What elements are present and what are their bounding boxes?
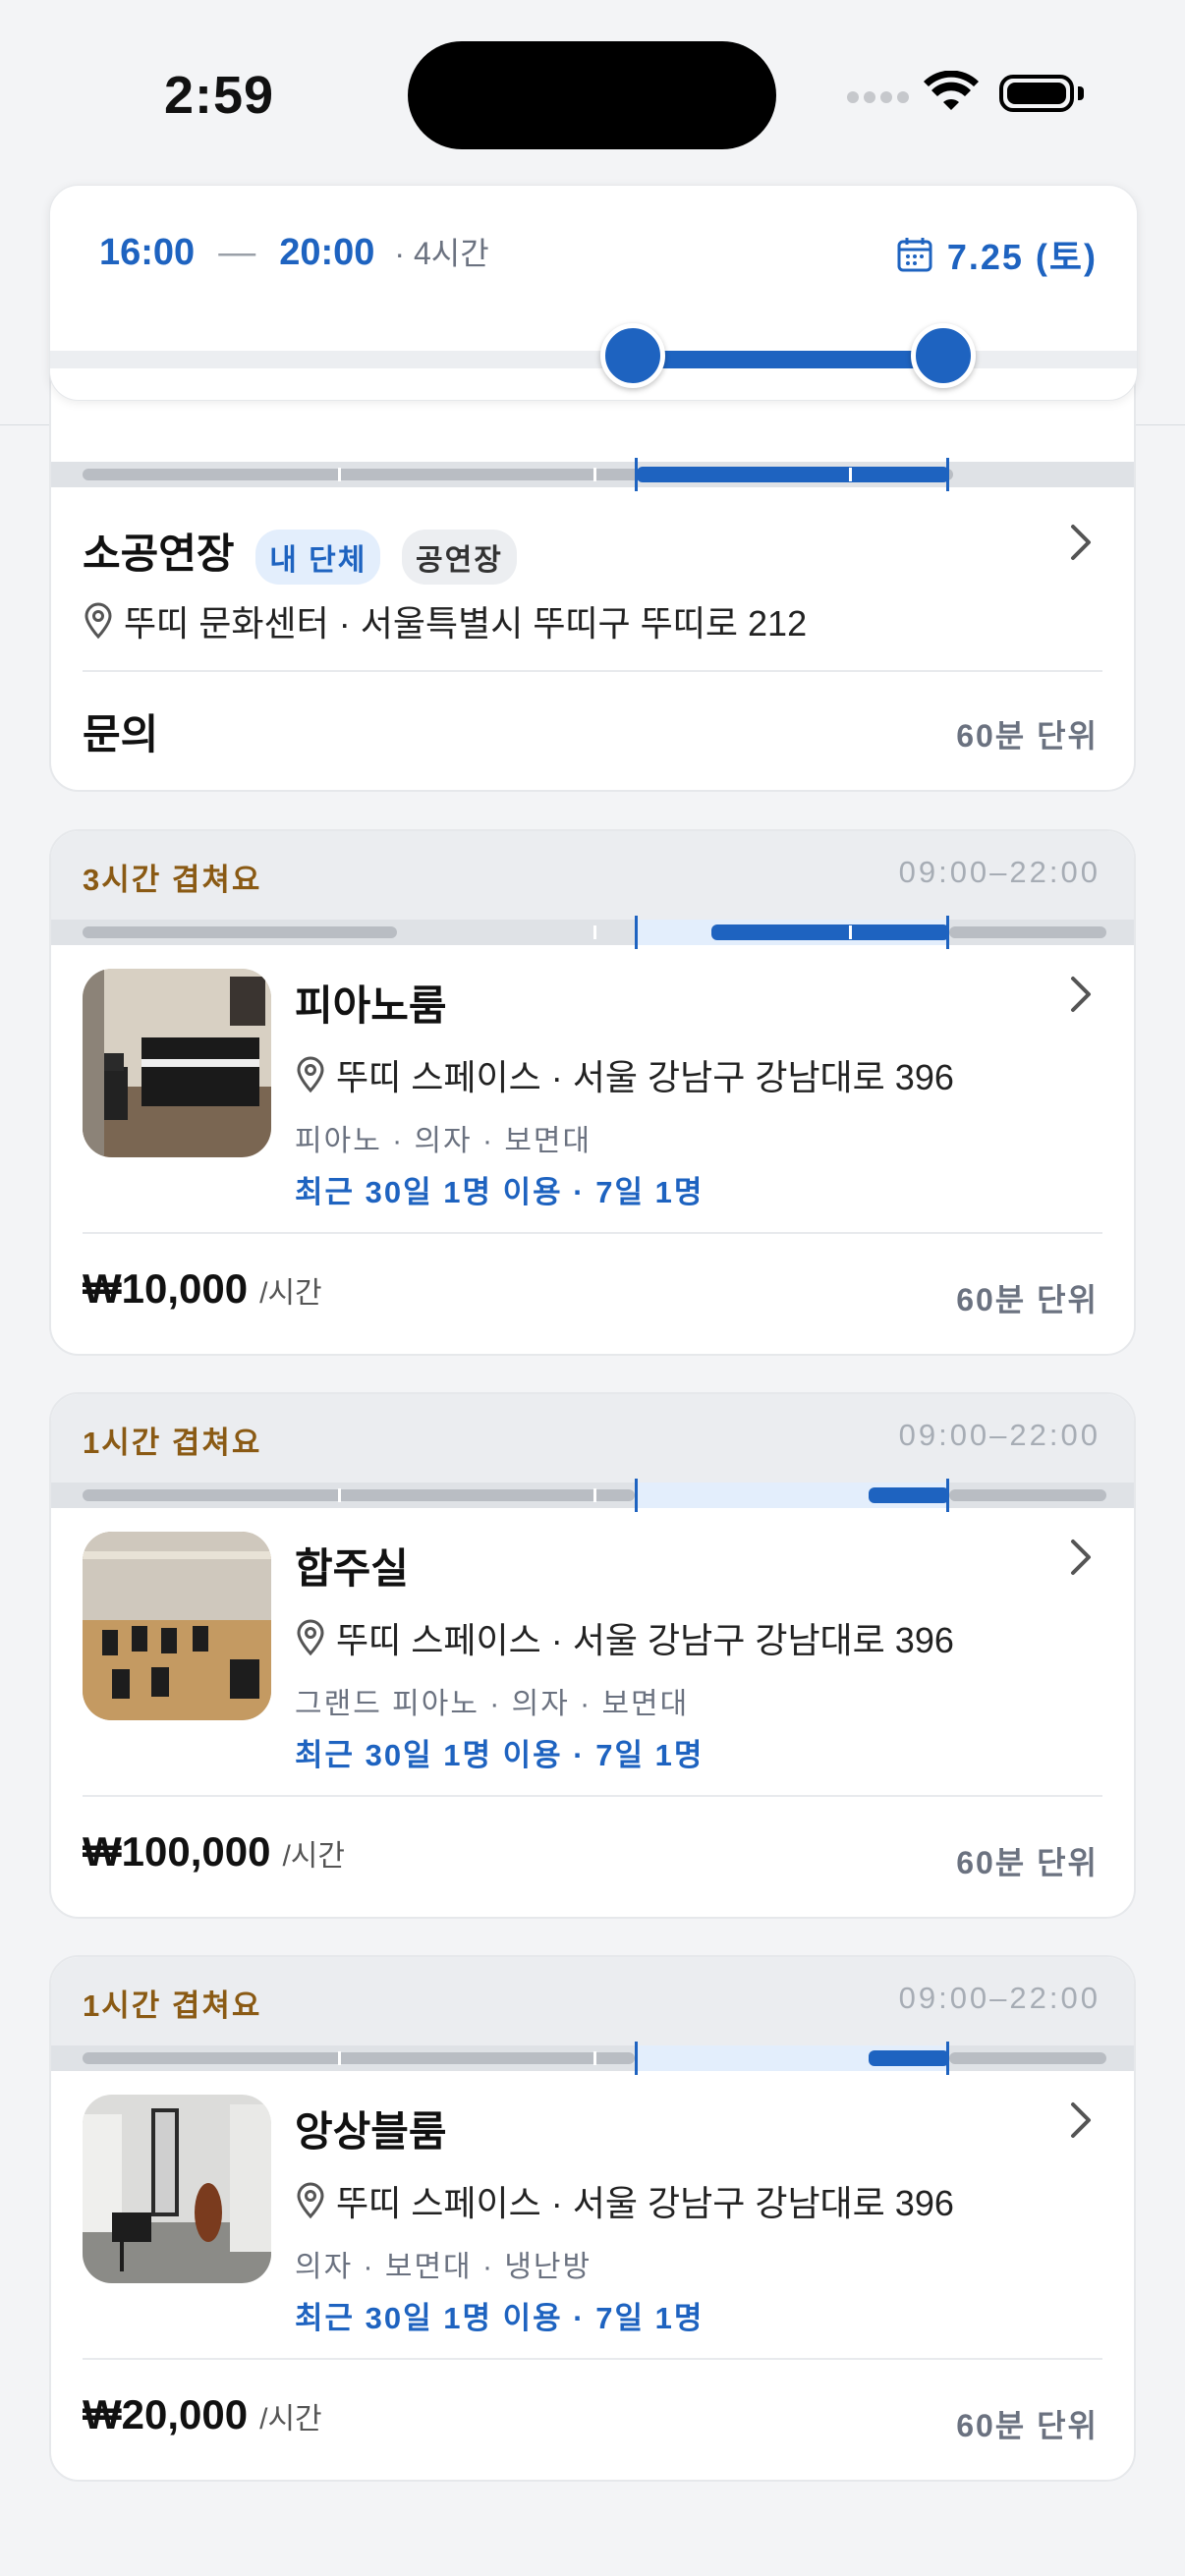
slider-start-handle[interactable] <box>600 323 665 388</box>
chevron-right-icon[interactable] <box>1067 975 1095 1014</box>
price-label: 문의 <box>83 701 158 761</box>
booking-unit: 60분 단위 <box>956 718 1099 754</box>
price-value: ₩10,000 <box>83 1265 249 1312</box>
space-address: 뚜띠 문화센터 · 서울특별시 뚜띠구 뚜띠로 212 <box>83 595 807 646</box>
piano-room-image <box>83 969 271 1157</box>
card-divider <box>83 670 1102 672</box>
price-value: ₩20,000 <box>83 2391 249 2437</box>
start-time: 16:00 <box>99 232 196 273</box>
availability-timeline <box>51 2042 1134 2075</box>
usage-stats: 최근 30일 1명 이용 · 7일 1명 <box>295 1175 705 1209</box>
booking-unit: 60분 단위 <box>956 2408 1099 2443</box>
cellular-signal-icon <box>847 90 914 108</box>
time-range[interactable]: 16:00 — 20:00 · 4시간 <box>99 229 489 274</box>
chevron-right-icon[interactable] <box>1067 523 1095 562</box>
overlap-label: 3시간 겹쳐요 <box>83 863 262 897</box>
operating-hours: 09:00–22:00 <box>898 1981 1100 2015</box>
usage-stats: 최근 30일 1명 이용 · 7일 1명 <box>295 2301 705 2335</box>
price-label: ₩10,000/시간 <box>83 1265 322 1313</box>
end-time: 20:00 <box>279 232 375 273</box>
availability-timeline <box>51 458 1134 491</box>
status-bar: 2:59 <box>0 0 1185 187</box>
card-header: 1시간 겹쳐요 09:00–22:00 <box>51 1957 1134 2045</box>
dynamic-island <box>408 41 776 149</box>
space-title: 피아노룸 <box>295 982 447 1029</box>
space-title: 합주실 <box>295 1545 409 1592</box>
card-divider <box>83 1795 1102 1797</box>
booking-unit: 60분 단위 <box>956 1845 1099 1880</box>
chevron-right-icon[interactable] <box>1067 2100 1095 2140</box>
chevron-right-icon[interactable] <box>1067 1538 1095 1577</box>
space-title: 앙상블룸 <box>295 2108 447 2155</box>
status-time: 2:59 <box>164 66 275 125</box>
space-address: 뚜띠 스페이스 · 서울 강남구 강남대로 396 <box>295 2175 954 2226</box>
wifi-icon <box>924 71 979 110</box>
space-card[interactable]: 1시간 겹쳐요 09:00–22:00 합주실 뚜띠 스페이스 · 서울 강남구… <box>49 1392 1136 1919</box>
ensemble-room-image <box>83 2095 271 2283</box>
slider-end-handle[interactable] <box>911 323 976 388</box>
availability-timeline <box>51 1479 1134 1512</box>
date-picker-button[interactable]: 7.25 (토) <box>896 229 1098 280</box>
calendar-icon <box>897 238 932 272</box>
date-label: 7.25 (토) <box>946 237 1098 277</box>
location-pin-icon <box>297 1056 324 1093</box>
space-address: 뚜띠 스페이스 · 서울 강남구 강남대로 396 <box>295 1049 954 1100</box>
price-unit: /시간 <box>282 1840 346 1873</box>
location-pin-icon <box>297 1619 324 1656</box>
address-text: 뚜띠 스페이스 · 서울 강남구 강남대로 396 <box>336 2183 954 2223</box>
overlap-label: 1시간 겹쳐요 <box>83 1988 262 2023</box>
usage-stats: 최근 30일 1명 이용 · 7일 1명 <box>295 1738 705 1772</box>
amenities: 그랜드 피아노 · 의자 · 보면대 <box>295 1688 690 1720</box>
booking-unit: 60분 단위 <box>956 1282 1099 1317</box>
space-address: 뚜띠 스페이스 · 서울 강남구 강남대로 396 <box>295 1612 954 1663</box>
price-value: ₩100,000 <box>83 1828 271 1875</box>
time-filter-panel: 16:00 — 20:00 · 4시간 7.25 (토) <box>49 185 1138 401</box>
range-dash: — <box>218 232 256 273</box>
space-name: 소공연장 <box>83 531 235 577</box>
card-header: 1시간 겹쳐요 09:00–22:00 <box>51 1394 1134 1483</box>
space-title: 소공연장 내 단체 공연장 <box>83 521 517 585</box>
card-divider <box>83 1232 1102 1234</box>
card-header: 3시간 겹쳐요 09:00–22:00 <box>51 831 1134 920</box>
overlap-label: 1시간 겹쳐요 <box>83 1426 262 1460</box>
space-photo <box>83 1532 271 1720</box>
address-text: 뚜띠 문화센터 · 서울특별시 뚜띠구 뚜띠로 212 <box>124 603 808 644</box>
operating-hours: 09:00–22:00 <box>898 1418 1100 1452</box>
price-unit: /시간 <box>259 1277 322 1310</box>
address-text: 뚜띠 스페이스 · 서울 강남구 강남대로 396 <box>336 1620 954 1660</box>
location-pin-icon <box>85 602 112 640</box>
location-pin-icon <box>297 2182 324 2219</box>
card-divider <box>83 2358 1102 2360</box>
battery-tip <box>1078 86 1084 100</box>
battery-icon <box>999 75 1074 112</box>
price-unit: /시간 <box>259 2403 322 2436</box>
amenities: 의자 · 보면대 · 냉난방 <box>295 2251 592 2283</box>
price-label: ₩20,000/시간 <box>83 2391 322 2438</box>
space-photo <box>83 969 271 1157</box>
space-card[interactable]: 소공연장 내 단체 공연장 뚜띠 문화센터 · 서울특별시 뚜띠구 뚜띠로 21… <box>49 334 1136 792</box>
space-card[interactable]: 1시간 겹쳐요 09:00–22:00 앙상블룸 뚜띠 스페이스 · 서울 강남… <box>49 1955 1136 2482</box>
category-badge: 공연장 <box>402 529 517 585</box>
operating-hours: 09:00–22:00 <box>898 855 1100 889</box>
address-text: 뚜띠 스페이스 · 서울 강남구 강남대로 396 <box>336 1057 954 1097</box>
price-value: 문의 <box>83 711 159 757</box>
ensemble-hall-image <box>83 1532 271 1720</box>
amenities: 피아노 · 의자 · 보면대 <box>295 1125 592 1157</box>
my-group-badge: 내 단체 <box>255 529 381 585</box>
price-label: ₩100,000/시간 <box>83 1828 345 1876</box>
space-card[interactable]: 3시간 겹쳐요 09:00–22:00 피아노룸 뚜띠 스페이스 · 서울 강남… <box>49 829 1136 1356</box>
space-photo <box>83 2095 271 2283</box>
availability-timeline <box>51 916 1134 949</box>
duration-label: · 4시간 <box>394 236 489 271</box>
